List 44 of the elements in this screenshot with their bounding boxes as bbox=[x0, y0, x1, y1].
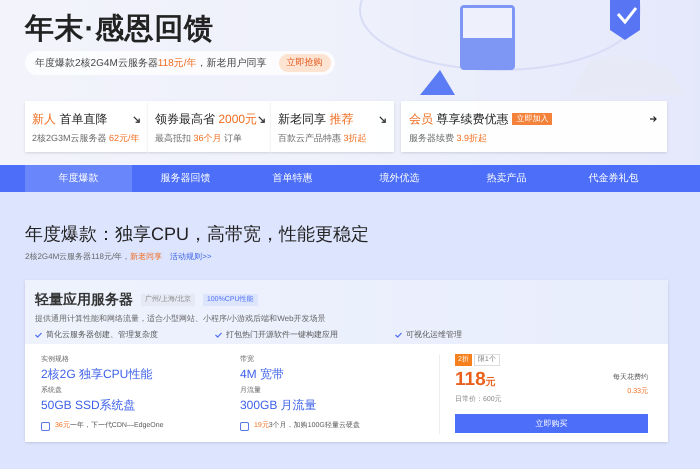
section-note: 2核2G4M云服务器118元/年，新老同享 bbox=[25, 251, 162, 263]
tab[interactable]: 服务器回馈 bbox=[132, 165, 239, 192]
tab[interactable]: 代金券礼包 bbox=[560, 165, 667, 192]
check-icon bbox=[35, 332, 42, 338]
spec-value: 4M 宽带 bbox=[240, 366, 286, 383]
buy-button[interactable]: 立即购买 bbox=[455, 414, 648, 433]
feature-text: 可视化运维管理 bbox=[406, 329, 462, 341]
spec-value: 2核2G 独享CPU性能 bbox=[41, 366, 154, 383]
addon-checkbox[interactable] bbox=[240, 422, 249, 431]
promo-heading: 新人 首单直降 bbox=[32, 111, 108, 128]
promo-card[interactable]: 领券最高省 2000元 最高抵扣 36个月 订单 bbox=[148, 101, 271, 152]
promo-card[interactable]: 会员 尊享续费优惠 立即加入 服务器续费 3.9折起 bbox=[401, 101, 667, 152]
section-title: 年度爆款：独享CPU，高带宽，性能更稳定 bbox=[25, 223, 370, 246]
product-name: 轻量应用服务器 bbox=[35, 290, 133, 309]
tab[interactable]: 年度爆款 bbox=[25, 165, 132, 192]
spec-value: 300GB 月流量 bbox=[240, 397, 318, 414]
buy-now-button[interactable]: 立即抢购 bbox=[278, 54, 331, 72]
check-icon bbox=[395, 332, 402, 338]
spec-value: 50GB SSD系统盘 bbox=[41, 397, 137, 414]
promo-heading: 会员 尊享续费优惠 bbox=[409, 111, 508, 128]
addon-checkbox[interactable] bbox=[41, 422, 50, 431]
arrow-icon bbox=[257, 114, 266, 124]
tab[interactable]: 境外优选 bbox=[346, 165, 453, 192]
promo-heading: 领券最高省 2000元 bbox=[155, 111, 258, 128]
promo-description: 最高抵扣 36个月 订单 bbox=[155, 132, 244, 145]
promo-card[interactable]: 新人 首单直降 2核2G3M云服务器 62元/年 bbox=[25, 101, 148, 152]
product-description: 提供通用计算性能和网络流量，适合小型网站、小程序/小游戏后端和Web开发场景 bbox=[35, 313, 327, 325]
check-icon bbox=[215, 332, 222, 338]
promo-card[interactable]: 新老同享 推荐 百款云产品特惠 3折起 bbox=[271, 101, 394, 152]
tab[interactable]: 首单特惠 bbox=[239, 165, 346, 192]
rules-link[interactable]: 活动规则>> bbox=[170, 251, 212, 263]
feature-text: 打包热门开源软件一键构建应用 bbox=[226, 329, 338, 341]
banner-title: 年末·感恩回馈 bbox=[25, 12, 215, 46]
subtitle-text: 年度爆款2核2G4M云服务器118元/年，新老用户同享 bbox=[35, 56, 267, 70]
promo-description: 服务器续费 3.9折起 bbox=[409, 132, 488, 145]
promo-heading: 新老同享 推荐 bbox=[278, 111, 354, 128]
arrow-icon bbox=[132, 114, 141, 124]
join-badge[interactable]: 立即加入 bbox=[512, 113, 552, 125]
feature-text: 简化云服务器创建、管理复杂度 bbox=[46, 329, 158, 341]
tab[interactable]: 热卖产品 bbox=[453, 165, 560, 192]
promo-description: 2核2G3M云服务器 62元/年 bbox=[32, 132, 141, 145]
arrow-icon bbox=[378, 114, 387, 124]
price: 118元 bbox=[455, 368, 497, 392]
promo-description: 百款云产品特惠 3折起 bbox=[278, 132, 368, 145]
